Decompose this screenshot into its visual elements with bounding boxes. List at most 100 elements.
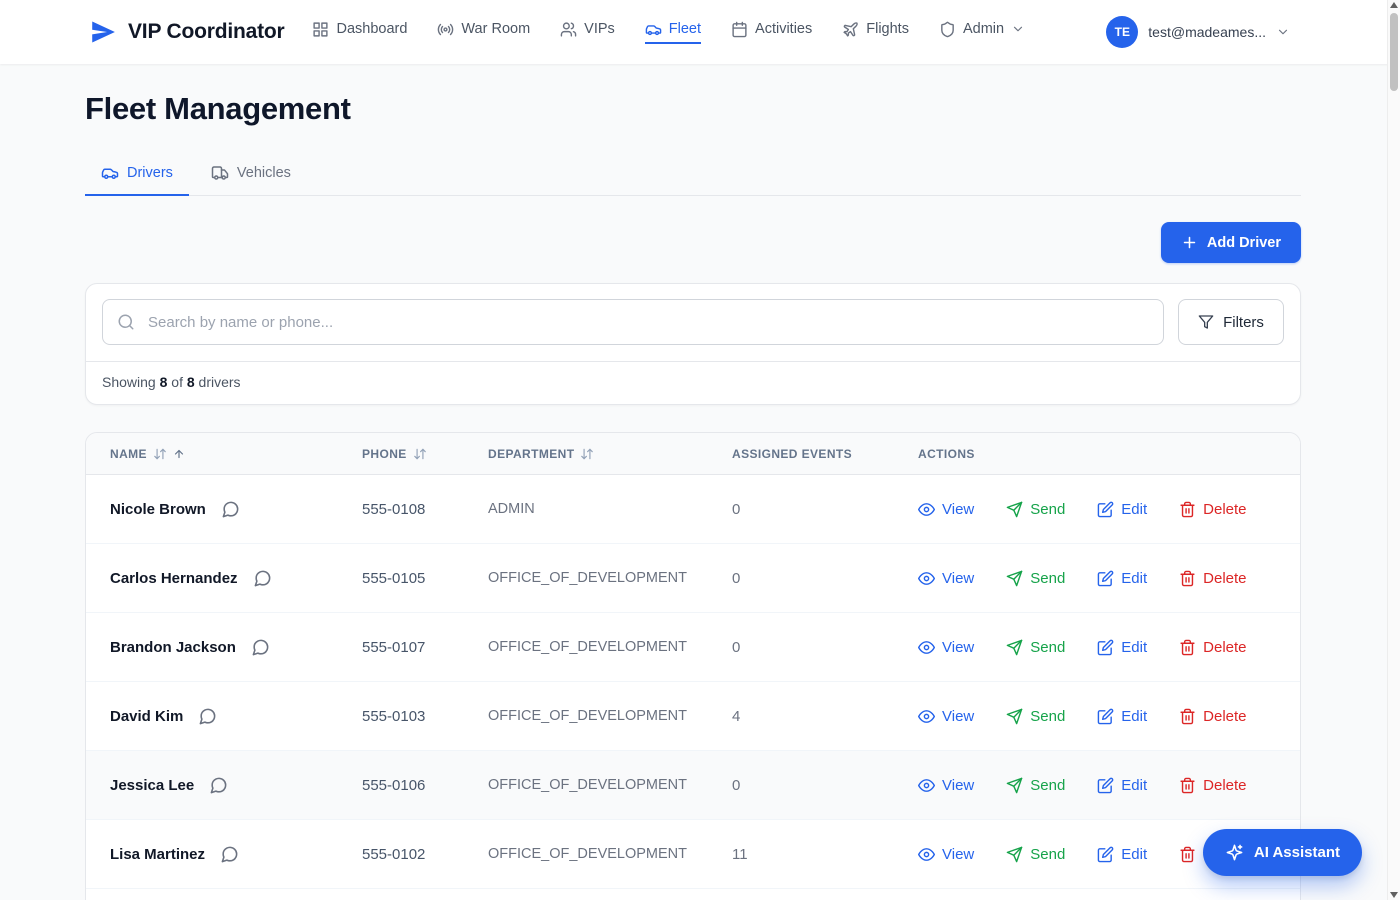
user-menu[interactable]: TE test@madeames...: [1106, 16, 1290, 48]
eye-icon: [918, 777, 935, 794]
view-label: View: [942, 570, 974, 587]
edit-pencil-icon: [1097, 570, 1114, 587]
tab-vehicles[interactable]: Vehicles: [195, 164, 307, 196]
brand[interactable]: VIP Coordinator: [88, 17, 284, 47]
edit-label: Edit: [1121, 501, 1147, 518]
scroll-down-arrow-icon[interactable]: [1390, 892, 1398, 898]
dashboard-icon: [312, 21, 329, 38]
column-label: DEPARTMENT: [488, 447, 574, 461]
row-actions: View Send Edit Delete: [904, 708, 1300, 725]
nav-item-activities[interactable]: Activities: [731, 21, 812, 44]
send-button[interactable]: Send: [1006, 570, 1065, 587]
nav-label: Flights: [866, 21, 909, 37]
edit-button[interactable]: Edit: [1097, 570, 1147, 587]
view-button[interactable]: View: [918, 570, 974, 587]
trash-icon: [1179, 708, 1196, 725]
tab-drivers[interactable]: Drivers: [85, 164, 189, 196]
column-header-name[interactable]: NAME: [110, 447, 362, 461]
delete-button[interactable]: Delete: [1179, 708, 1246, 725]
nav-item-vips[interactable]: VIPs: [560, 21, 615, 44]
send-label: Send: [1030, 708, 1065, 725]
chevron-down-icon: [1276, 25, 1290, 39]
chat-bubble-icon[interactable]: [220, 845, 239, 864]
car-icon: [645, 21, 662, 38]
send-label: Send: [1030, 639, 1065, 656]
edit-button[interactable]: Edit: [1097, 777, 1147, 794]
nav-item-dashboard[interactable]: Dashboard: [312, 21, 407, 44]
send-button[interactable]: Send: [1006, 846, 1065, 863]
tab-label: Vehicles: [237, 165, 291, 181]
table-row: Carlos Hernandez 555-0105 OFFICE_OF_DEVE…: [86, 544, 1300, 613]
delete-button[interactable]: Delete: [1179, 501, 1246, 518]
shown-count: 8: [160, 374, 168, 390]
edit-label: Edit: [1121, 639, 1147, 656]
view-button[interactable]: View: [918, 777, 974, 794]
driver-department: ADMIN: [488, 501, 732, 517]
delete-button[interactable]: Delete: [1179, 777, 1246, 794]
table-row: Jessica Lee 555-0106 OFFICE_OF_DEVELOPME…: [86, 751, 1300, 820]
delete-label: Delete: [1203, 639, 1246, 656]
column-label: NAME: [110, 447, 147, 461]
send-label: Send: [1030, 501, 1065, 518]
driver-department: OFFICE_OF_DEVELOPMENT: [488, 570, 732, 586]
send-button[interactable]: Send: [1006, 777, 1065, 794]
nav-item-war-room[interactable]: War Room: [437, 21, 530, 44]
driver-phone: 555-0106: [362, 777, 488, 794]
nav-item-fleet[interactable]: Fleet: [645, 21, 701, 44]
column-header-phone[interactable]: PHONE: [362, 447, 488, 461]
chat-bubble-icon[interactable]: [251, 638, 270, 657]
driver-department: OFFICE_OF_DEVELOPMENT: [488, 708, 732, 724]
edit-button[interactable]: Edit: [1097, 639, 1147, 656]
scrollbar-thumb[interactable]: [1390, 13, 1398, 91]
send-button[interactable]: Send: [1006, 708, 1065, 725]
view-button[interactable]: View: [918, 708, 974, 725]
driver-department: OFFICE_OF_DEVELOPMENT: [488, 639, 732, 655]
car-icon: [101, 164, 119, 182]
add-driver-button[interactable]: Add Driver: [1161, 222, 1301, 263]
column-label: PHONE: [362, 447, 407, 461]
filters-button[interactable]: Filters: [1178, 299, 1284, 345]
edit-button[interactable]: Edit: [1097, 846, 1147, 863]
chat-bubble-icon[interactable]: [221, 500, 240, 519]
summary-text: of: [171, 374, 183, 390]
delete-button[interactable]: Delete: [1179, 570, 1246, 587]
total-count: 8: [187, 374, 195, 390]
driver-department: OFFICE_OF_DEVELOPMENT: [488, 777, 732, 793]
calendar-icon: [731, 21, 748, 38]
chat-bubble-icon[interactable]: [253, 569, 272, 588]
ai-assistant-label: AI Assistant: [1254, 844, 1340, 861]
tab-label: Drivers: [127, 165, 173, 181]
send-plane-icon: [1006, 846, 1023, 863]
send-button[interactable]: Send: [1006, 501, 1065, 518]
nav-item-admin[interactable]: Admin: [939, 21, 1025, 44]
sort-icon: [413, 447, 427, 461]
column-label: ASSIGNED EVENTS: [732, 447, 852, 461]
name-cell: Lisa Martinez: [110, 845, 362, 864]
nav-label: VIPs: [584, 21, 615, 37]
view-button[interactable]: View: [918, 501, 974, 518]
summary-text: drivers: [199, 374, 241, 390]
delete-button[interactable]: Delete: [1179, 639, 1246, 656]
trash-icon: [1179, 777, 1196, 794]
assigned-events-count: 0: [732, 501, 904, 518]
edit-button[interactable]: Edit: [1097, 501, 1147, 518]
view-button[interactable]: View: [918, 846, 974, 863]
edit-label: Edit: [1121, 846, 1147, 863]
trash-icon: [1179, 846, 1196, 863]
trash-icon: [1179, 639, 1196, 656]
edit-button[interactable]: Edit: [1097, 708, 1147, 725]
ai-assistant-button[interactable]: AI Assistant: [1203, 829, 1362, 876]
table-row: Brandon Jackson 555-0107 OFFICE_OF_DEVEL…: [86, 613, 1300, 682]
page-scrollbar[interactable]: [1387, 0, 1400, 900]
column-header-department[interactable]: DEPARTMENT: [488, 447, 732, 461]
chat-bubble-icon[interactable]: [198, 707, 217, 726]
chat-bubble-icon[interactable]: [209, 776, 228, 795]
scroll-up-arrow-icon[interactable]: [1390, 2, 1398, 8]
send-button[interactable]: Send: [1006, 639, 1065, 656]
view-button[interactable]: View: [918, 639, 974, 656]
search-input[interactable]: [102, 299, 1164, 345]
driver-phone: 555-0108: [362, 501, 488, 518]
send-plane-icon: [1006, 501, 1023, 518]
eye-icon: [918, 570, 935, 587]
nav-item-flights[interactable]: Flights: [842, 21, 909, 44]
